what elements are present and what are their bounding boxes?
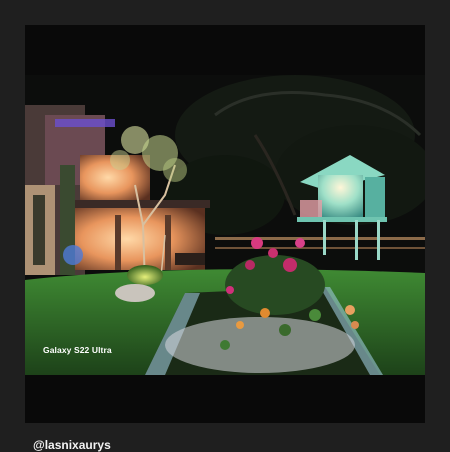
camera-watermark: Galaxy S22 Ultra	[43, 345, 112, 355]
photo-scene	[25, 25, 425, 423]
night-garden-photo	[25, 25, 425, 423]
